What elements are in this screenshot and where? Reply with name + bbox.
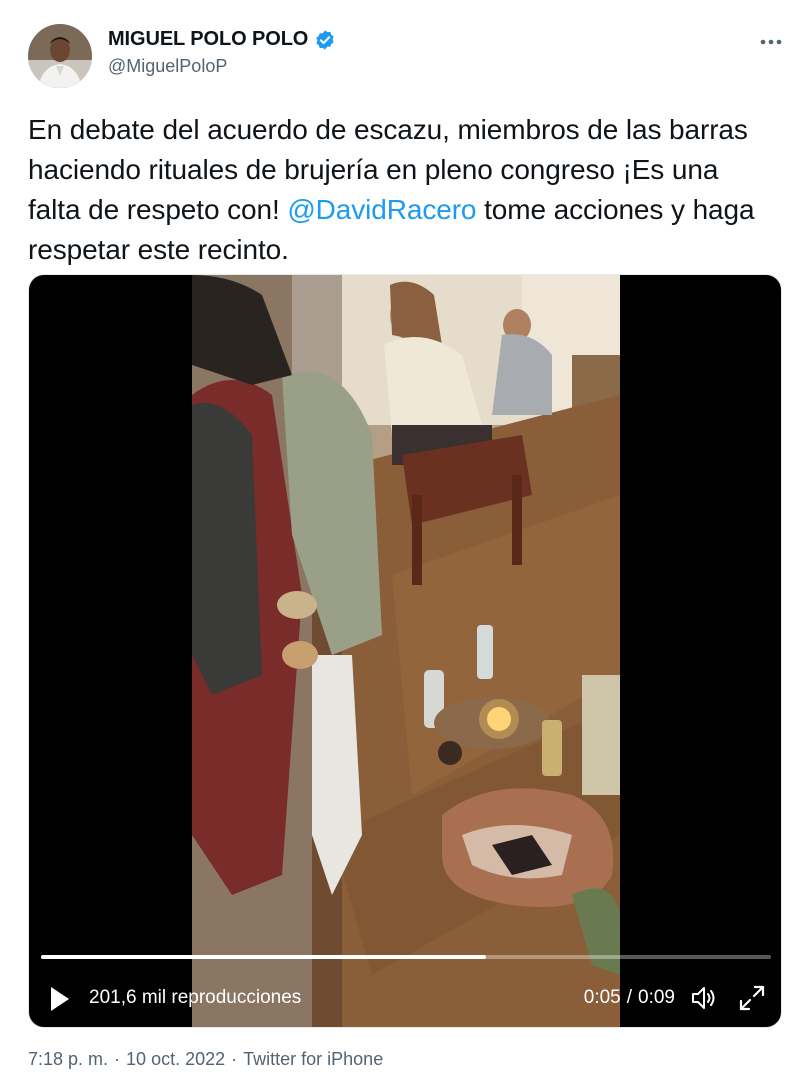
duration: 0:09 bbox=[638, 987, 675, 1008]
meta-separator: · bbox=[231, 1049, 238, 1069]
avatar[interactable] bbox=[28, 24, 92, 88]
author-display-name[interactable]: MIGUEL POLO POLO bbox=[108, 28, 308, 51]
tweet-meta: 7:18 p. m. · 10 oct. 2022 · Twitter for … bbox=[28, 1049, 383, 1070]
play-button[interactable] bbox=[47, 983, 73, 1015]
author-name-row: MIGUEL POLO POLO bbox=[108, 28, 336, 51]
fullscreen-icon bbox=[737, 985, 767, 1017]
tweet-date[interactable]: 10 oct. 2022 bbox=[126, 1049, 225, 1070]
fullscreen-button[interactable] bbox=[737, 983, 767, 1013]
tweet-text: En debate del acuerdo de escazu, miembro… bbox=[28, 110, 778, 270]
mention-link[interactable]: @DavidRacero bbox=[287, 194, 476, 225]
tweet-time[interactable]: 7:18 p. m. bbox=[28, 1049, 108, 1070]
video-time: 0:05 / 0:09 bbox=[584, 987, 675, 1009]
more-options-button[interactable] bbox=[754, 26, 788, 56]
play-icon bbox=[47, 987, 73, 1019]
video-player[interactable]: 201,6 mil reproducciones 0:05 / 0:09 bbox=[28, 274, 782, 1028]
more-horizontal-icon bbox=[760, 32, 782, 50]
tweet: MIGUEL POLO POLO @MiguelPoloP En debate … bbox=[0, 0, 808, 1084]
video-progress-bar[interactable] bbox=[41, 955, 771, 959]
video-progress-fill bbox=[41, 955, 487, 959]
tweet-source[interactable]: Twitter for iPhone bbox=[243, 1049, 383, 1070]
volume-muted-icon bbox=[689, 987, 719, 1017]
view-count: 201,6 mil reproducciones bbox=[89, 987, 302, 1008]
video-frame[interactable] bbox=[192, 275, 620, 1027]
time-separator: / bbox=[626, 987, 633, 1008]
meta-separator: · bbox=[114, 1049, 121, 1069]
verified-badge-icon bbox=[314, 29, 336, 51]
author-handle[interactable]: @MiguelPoloP bbox=[108, 56, 227, 77]
current-time: 0:05 bbox=[583, 987, 621, 1008]
volume-button[interactable] bbox=[689, 983, 719, 1013]
